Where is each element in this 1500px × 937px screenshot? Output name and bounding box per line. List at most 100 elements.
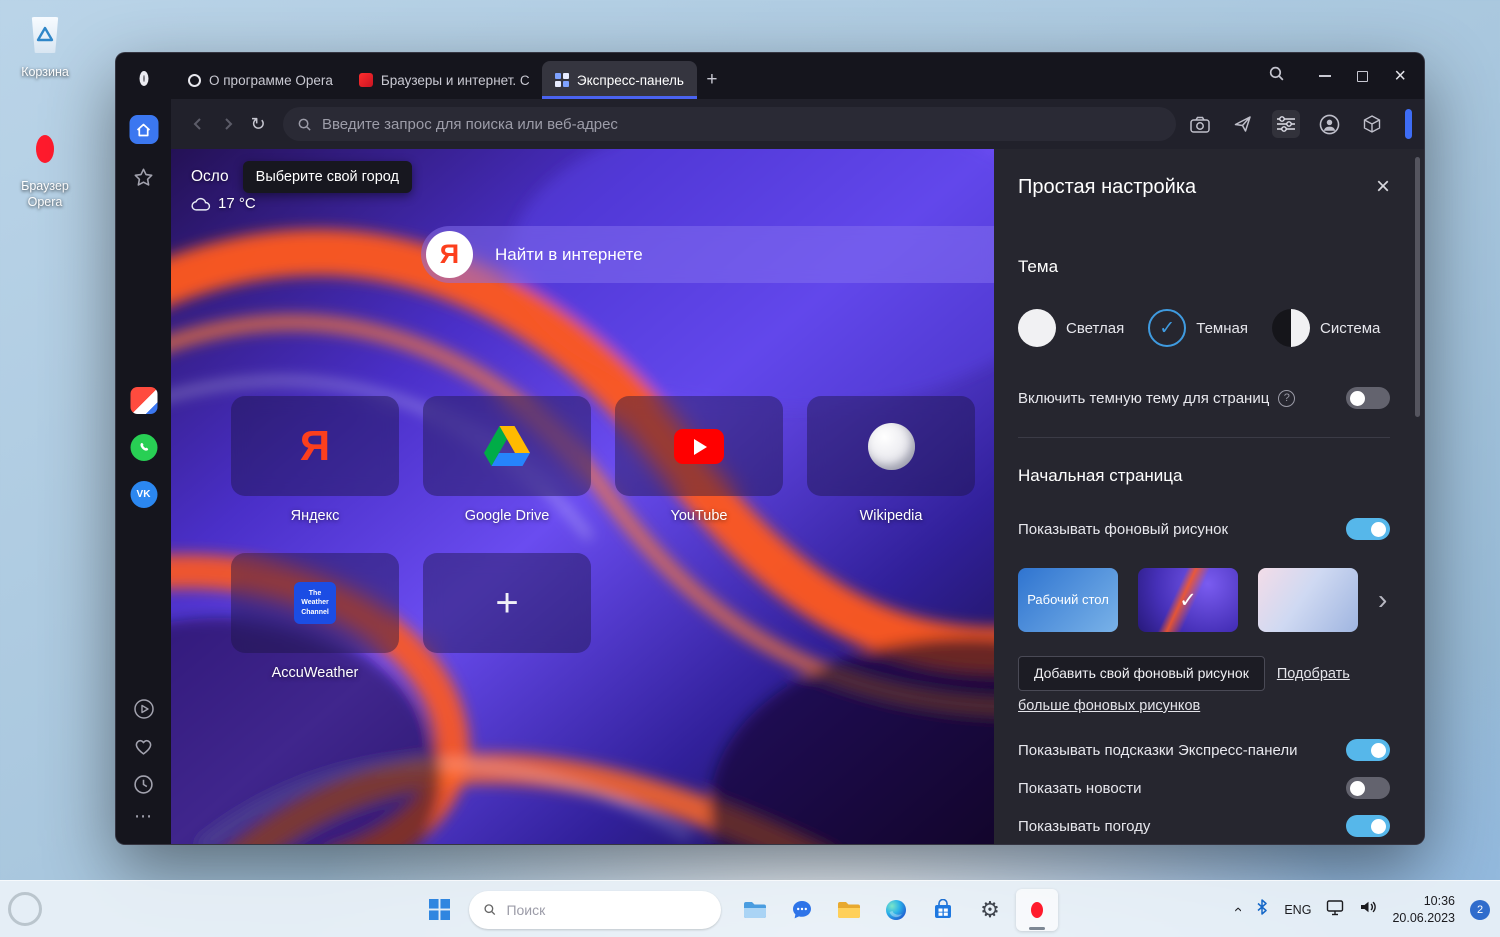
notification-badge[interactable]: 2 <box>1470 899 1490 920</box>
tab-browsers-article[interactable]: Браузеры и интернет. Ск <box>346 61 542 99</box>
reload-button[interactable]: ↻ <box>243 109 273 139</box>
tips-label: Показывать подсказки Экспресс-панели <box>1018 741 1298 759</box>
city-tooltip: Выберите свой город <box>242 161 412 193</box>
sidebar-more-button[interactable]: ⋯ <box>134 806 153 827</box>
bookmarks-button[interactable] <box>130 163 158 191</box>
bluetooth-button[interactable] <box>1255 899 1269 920</box>
weather-channel-icon: The Weather Channel <box>294 582 336 624</box>
folder-button[interactable] <box>828 889 870 931</box>
paper-plane-icon <box>1234 116 1251 132</box>
windows-logo-icon <box>428 899 450 920</box>
opera-shortcut-label: Браузер Opera <box>21 179 69 209</box>
history-button[interactable] <box>130 770 158 798</box>
store-button[interactable] <box>922 889 964 931</box>
taskbar-corner-widget[interactable] <box>8 892 42 926</box>
speed-dial-tile-yandex[interactable]: Я <box>231 396 399 496</box>
edge-button[interactable] <box>875 889 917 931</box>
yandex-search-bar[interactable]: Я Найти в интернете <box>421 226 994 283</box>
address-bar: ↻ <box>171 99 1424 149</box>
divider <box>1018 437 1390 438</box>
tab-speed-dial[interactable]: Экспресс-панель <box>541 61 697 99</box>
weather-toggle[interactable] <box>1346 815 1390 838</box>
new-tab-button[interactable]: + <box>697 61 727 99</box>
back-icon <box>193 118 201 130</box>
messenger-icon[interactable] <box>130 387 157 414</box>
news-toggle[interactable] <box>1346 777 1390 800</box>
home-button[interactable] <box>129 115 158 144</box>
wallpaper-thumb-pastel[interactable] <box>1258 568 1358 632</box>
taskbar-search-input[interactable] <box>506 901 707 918</box>
tab-search-button[interactable] <box>1268 65 1285 87</box>
close-panel-icon[interactable]: × <box>1376 175 1390 199</box>
scrollbar[interactable] <box>1415 157 1420 417</box>
taskbar-clock[interactable]: 10:36 20.06.2023 <box>1392 893 1455 927</box>
speed-dial-tile-accuweather[interactable]: The Weather Channel <box>231 553 399 653</box>
profile-button[interactable] <box>1315 110 1343 138</box>
help-icon[interactable]: ? <box>1278 389 1296 407</box>
back-button[interactable] <box>183 109 213 139</box>
network-button[interactable] <box>1326 899 1344 921</box>
easy-setup-button[interactable] <box>1272 110 1300 138</box>
opera-taskbar-button[interactable] <box>1016 888 1058 931</box>
yandex-logo-icon: Я <box>426 231 473 278</box>
share-button[interactable] <box>1229 110 1257 138</box>
start-button[interactable] <box>418 889 460 931</box>
whatsapp-icon[interactable] <box>130 434 157 461</box>
volume-button[interactable] <box>1359 899 1377 920</box>
network-icon <box>1327 899 1344 915</box>
check-icon: ✓ <box>1148 309 1187 347</box>
add-background-button[interactable]: Добавить свой фоновый рисунок <box>1018 656 1265 691</box>
dark-pages-toggle[interactable] <box>1346 387 1390 409</box>
close-window-button[interactable]: × <box>1394 66 1406 86</box>
taskbar-search[interactable] <box>469 890 721 929</box>
tab-about-opera[interactable]: О программе Opera <box>175 61 346 99</box>
url-field[interactable] <box>283 107 1176 141</box>
desktop-icon-opera[interactable]: Браузер Opera <box>6 122 84 210</box>
theme-option-light[interactable]: Светлая <box>1018 309 1124 347</box>
file-explorer-button[interactable] <box>734 889 776 931</box>
theme-option-system[interactable]: Система <box>1271 309 1380 347</box>
sliders-icon <box>1277 116 1295 132</box>
temperature: 17 °C <box>218 195 256 212</box>
tips-toggle[interactable] <box>1346 739 1390 762</box>
google-drive-icon <box>484 426 530 466</box>
cloud-icon <box>191 197 211 211</box>
date: 20.06.2023 <box>1392 910 1455 925</box>
plus-icon: + <box>495 580 519 625</box>
chevron-right-icon[interactable]: › <box>1378 586 1387 614</box>
maximize-button[interactable] <box>1357 70 1369 82</box>
chat-button[interactable] <box>781 889 823 931</box>
tray-chevron-up-icon[interactable]: › <box>1229 907 1246 912</box>
player-button[interactable] <box>130 695 158 723</box>
snapshot-button[interactable] <box>1186 110 1214 138</box>
theme-option-dark[interactable]: ✓ Темная <box>1148 309 1248 347</box>
speed-dial-tile-wikipedia[interactable] <box>807 396 975 496</box>
system-theme-swatch <box>1271 309 1310 347</box>
wallpaper-thumb-selected[interactable]: ✓ <box>1138 568 1238 632</box>
wallpaper-thumb-desktop[interactable]: Рабочий стол <box>1018 568 1118 632</box>
show-background-toggle[interactable] <box>1346 518 1390 540</box>
youtube-icon <box>674 428 724 464</box>
minimize-button[interactable] <box>1319 75 1332 77</box>
weather-city[interactable]: Осло <box>191 168 229 186</box>
speed-dial-tile-youtube[interactable] <box>615 396 783 496</box>
browser-sidebar: VK ⋯ <box>116 53 171 844</box>
weather-widget[interactable]: 17 °C <box>191 195 256 212</box>
desktop-icon-recycle-bin[interactable]: Корзина <box>6 8 84 81</box>
settings-button[interactable]: ⚙ <box>969 889 1011 931</box>
speed-dial-page: Осло Выберите свой город 17 °C Я Найти в… <box>171 149 994 844</box>
weather-label: Показывать погоду <box>1018 817 1151 835</box>
favorites-button[interactable] <box>130 732 158 760</box>
forward-button[interactable] <box>213 109 243 139</box>
tab-bar: О программе Opera Браузеры и интернет. С… <box>171 53 1424 99</box>
address-input[interactable] <box>322 115 1162 133</box>
panel-indicator <box>1405 109 1412 139</box>
language-indicator[interactable]: ENG <box>1284 903 1311 917</box>
extensions-button[interactable] <box>1358 110 1386 138</box>
bluetooth-icon <box>1257 899 1268 915</box>
star-icon <box>134 168 153 186</box>
show-background-label: Показывать фоновый рисунок <box>1018 520 1229 538</box>
add-speed-dial-tile[interactable]: + <box>423 553 591 653</box>
vk-icon[interactable]: VK <box>130 481 157 508</box>
speed-dial-tile-google-drive[interactable] <box>423 396 591 496</box>
